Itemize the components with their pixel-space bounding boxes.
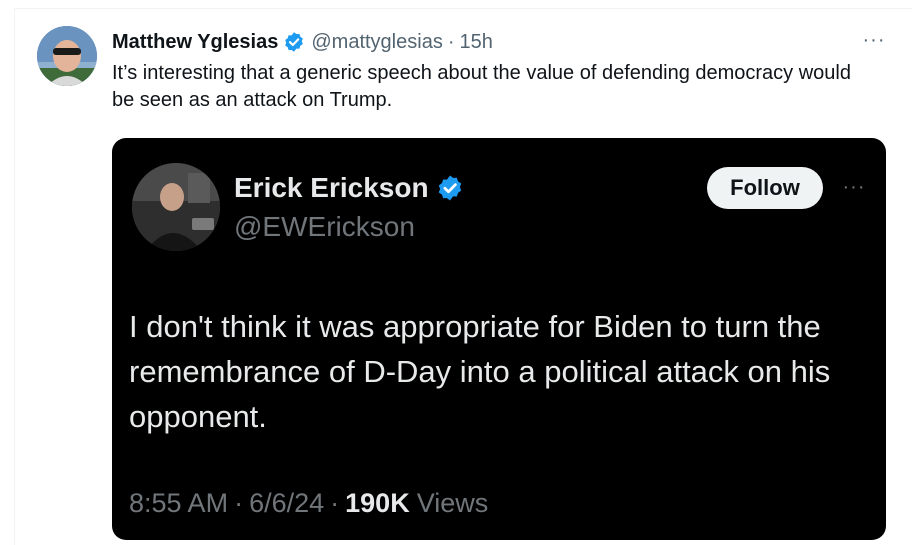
author-avatar[interactable] [37,26,97,86]
author-handle[interactable]: @mattyglesias [311,31,442,54]
more-options-icon[interactable]: ··· [839,172,869,202]
views-label: Views [416,487,489,518]
quoted-post-text: I don't think it was appropriate for Bid… [129,309,831,434]
quoted-author-handle[interactable]: @EWErickson [234,210,415,244]
more-options-icon[interactable]: ··· [857,26,891,54]
meta-separator: · [234,487,244,518]
post-text: It’s interesting that a generic speech a… [112,62,851,111]
quoted-post-card[interactable]: Erick Erickson @EWErickson Follow ··· I … [112,138,886,540]
timeline-divider-top [14,8,912,9]
follow-button[interactable]: Follow [707,167,823,209]
verified-badge-icon [436,174,464,202]
views-count: 190K [345,487,410,518]
quoted-post-meta: 8:55 AM · 6/6/24 · 190K Views [129,483,488,523]
post-time[interactable]: 15h [460,31,493,54]
quoted-post-time[interactable]: 8:55 AM [129,488,228,519]
quoted-post-header: Erick Erickson [234,169,464,207]
author-name[interactable]: Matthew Yglesias [112,31,278,54]
header-separator: · [447,30,455,53]
quoted-post-date[interactable]: 6/6/24 [249,488,324,519]
quoted-author-name[interactable]: Erick Erickson [234,172,429,204]
timeline-divider-left [14,8,15,545]
quoted-author-avatar[interactable] [132,163,220,251]
post-header: Matthew Yglesias @mattyglesias · 15h [112,28,493,56]
meta-separator: · [330,487,340,518]
verified-badge-icon [283,31,305,53]
